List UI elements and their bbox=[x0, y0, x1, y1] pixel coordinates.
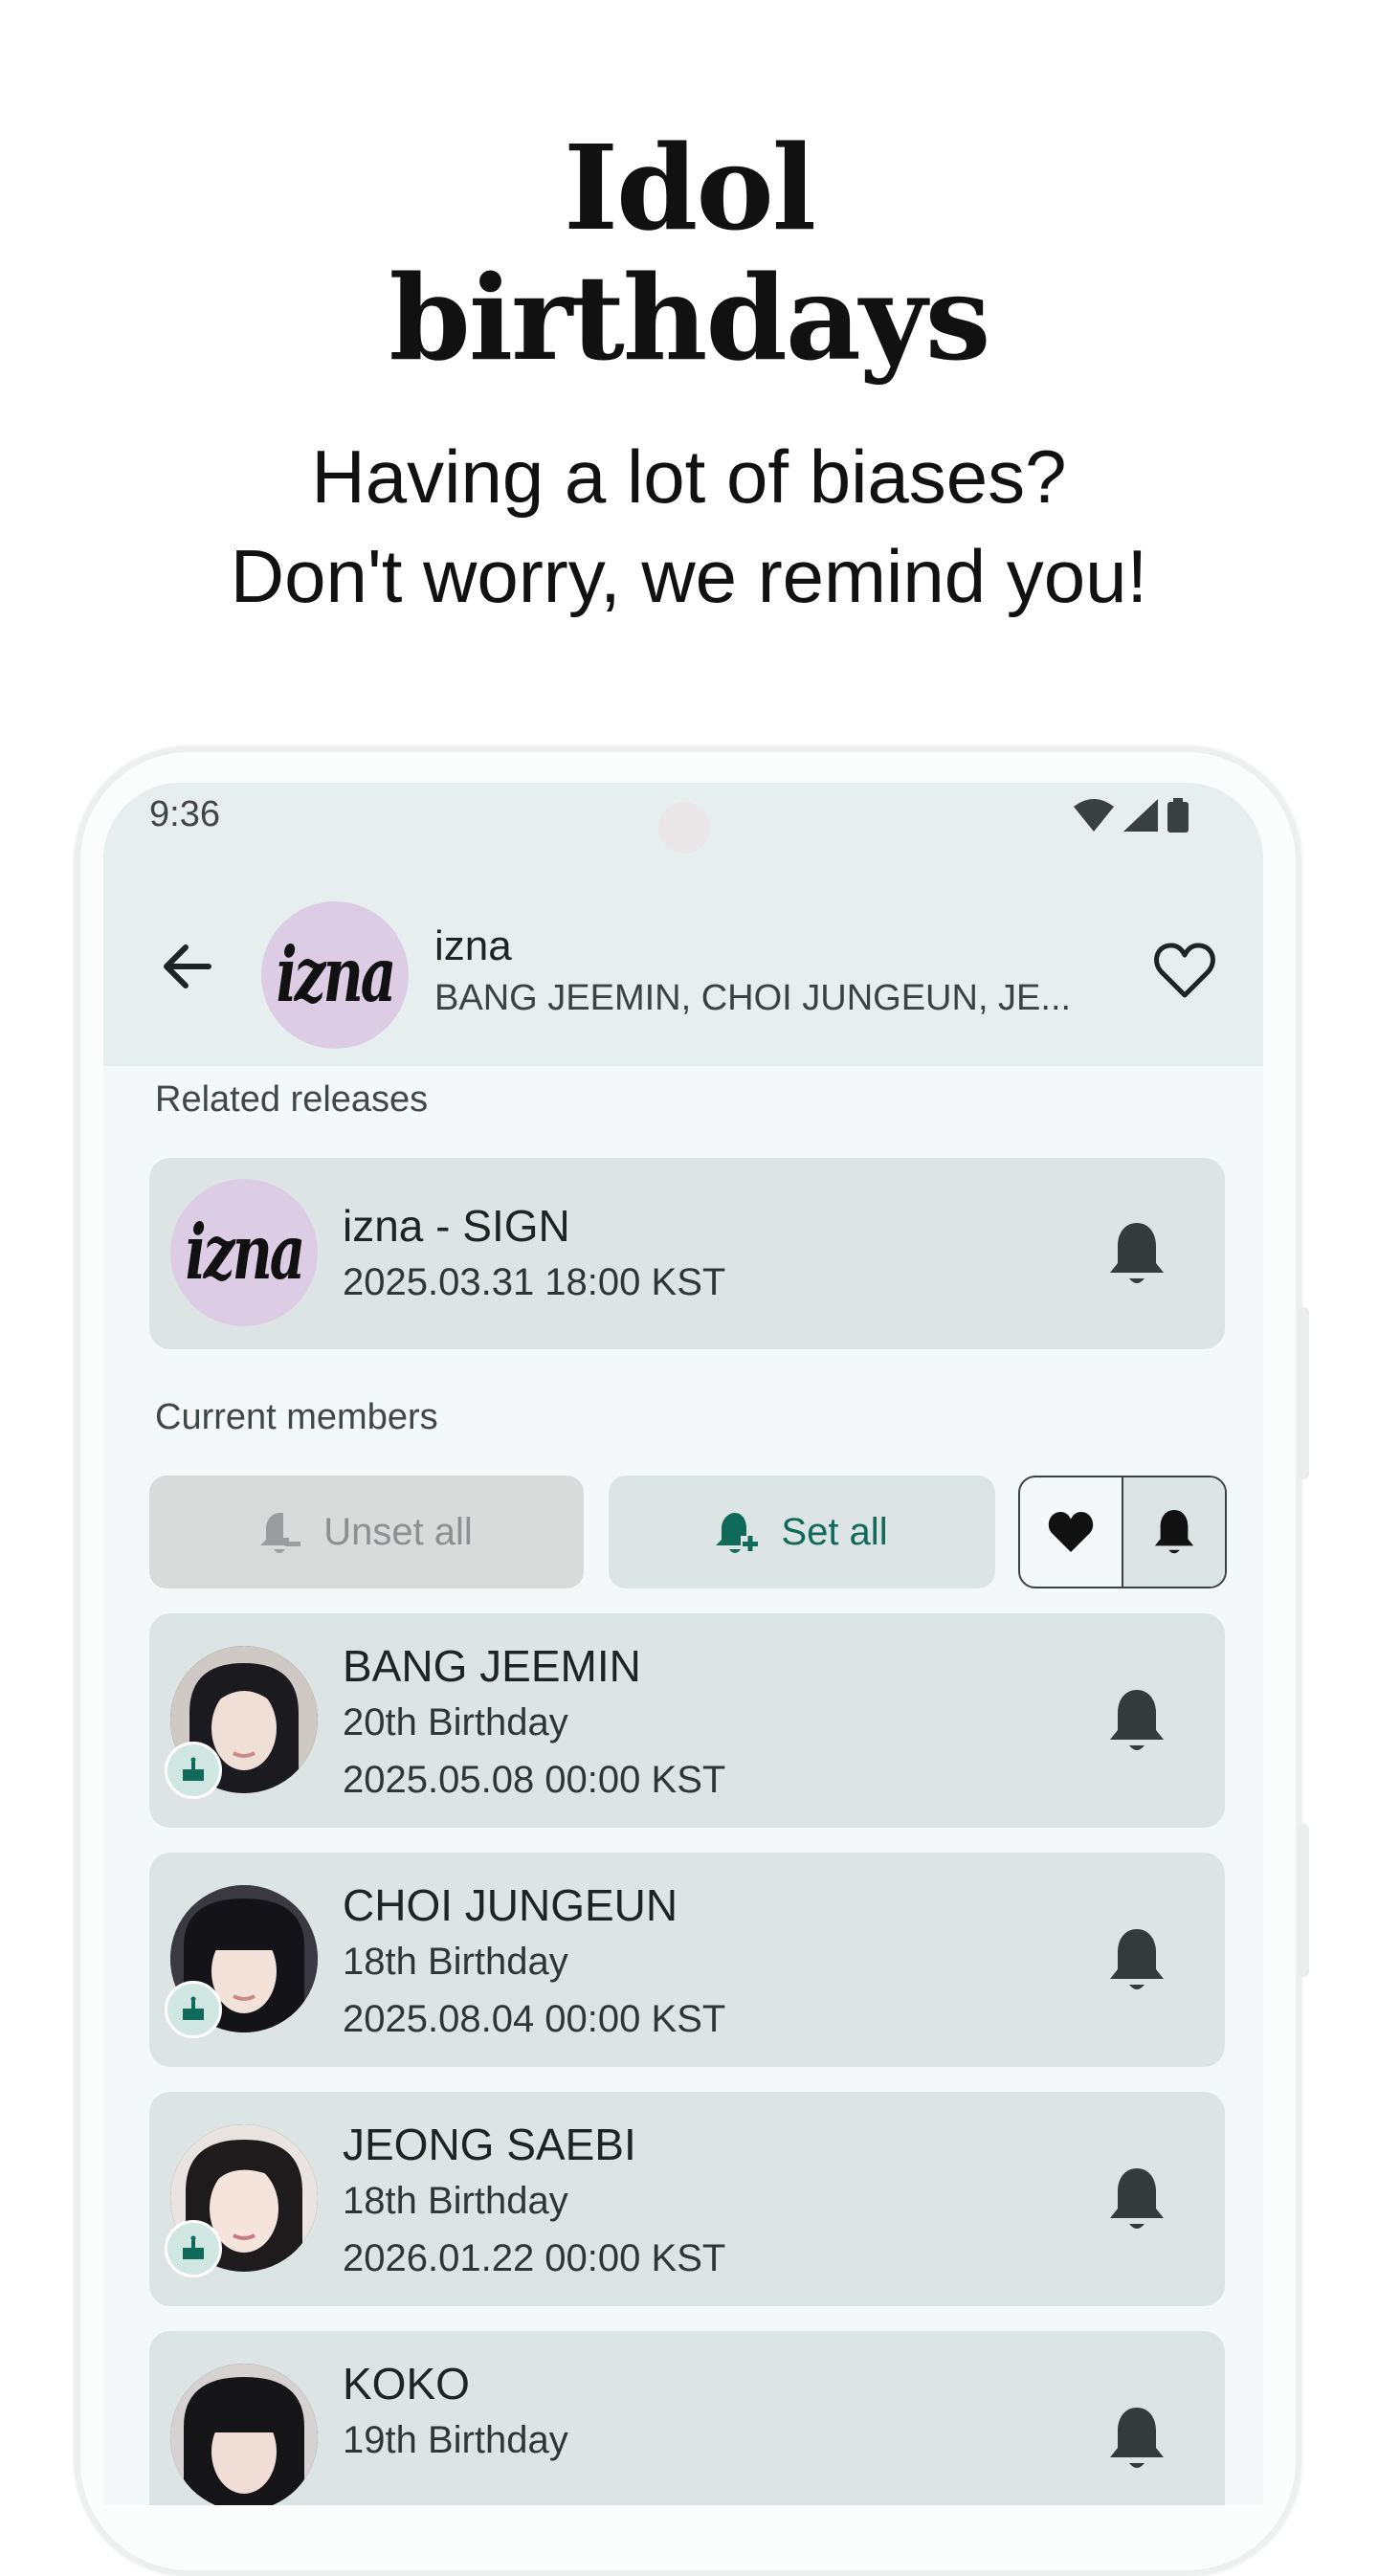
member-card[interactable]: CHOI JUNGEUN 18th Birthday 2025.08.04 00… bbox=[149, 1853, 1225, 2067]
member-photo bbox=[170, 2364, 318, 2505]
related-releases-label: Related releases bbox=[155, 1079, 429, 1120]
group-logo: izna bbox=[261, 901, 409, 1049]
member-card[interactable]: JEONG SAEBI 18th Birthday 2026.01.22 00:… bbox=[149, 2092, 1225, 2306]
promo-title: Idol birthdays bbox=[0, 122, 1378, 383]
member-name: BANG JEEMIN bbox=[343, 1641, 641, 1691]
battery-icon bbox=[1167, 798, 1189, 833]
group-header: izna izna BANG JEEMIN, CHOI JUNGEUN, JE.… bbox=[103, 888, 1263, 1049]
promo-subtitle-line2: Don't worry, we remind you! bbox=[230, 534, 1148, 618]
cake-icon bbox=[165, 2220, 222, 2277]
unset-all-label: Unset all bbox=[323, 1510, 473, 1553]
heart-outline-icon[interactable] bbox=[1152, 938, 1217, 1003]
release-logo-text: izna bbox=[185, 1209, 306, 1297]
promo-title-line2: birthdays bbox=[389, 249, 991, 387]
filter-notifications[interactable] bbox=[1122, 1477, 1225, 1587]
filter-toggle bbox=[1018, 1476, 1227, 1588]
cake-icon bbox=[165, 1981, 222, 2038]
member-birthday: 18th Birthday bbox=[343, 2180, 568, 2222]
bell-minus-icon bbox=[260, 1513, 301, 1553]
camera-cutout bbox=[658, 802, 710, 854]
member-birthday: 19th Birthday bbox=[343, 2419, 568, 2461]
promo-subtitle-line1: Having a lot of biases? bbox=[311, 434, 1067, 519]
group-logo-text: izna bbox=[276, 931, 397, 1019]
status-icons bbox=[1074, 798, 1189, 833]
bell-icon[interactable] bbox=[1106, 1686, 1167, 1755]
member-birthday: 18th Birthday bbox=[343, 1941, 568, 1983]
cake-icon bbox=[165, 1742, 222, 1799]
set-all-button[interactable]: Set all bbox=[609, 1476, 995, 1588]
group-members-summary: BANG JEEMIN, CHOI JUNGEUN, JE... bbox=[434, 978, 1072, 1018]
bell-icon[interactable] bbox=[1106, 1925, 1167, 1994]
member-name: JEONG SAEBI bbox=[343, 2120, 636, 2169]
member-card[interactable]: KOKO 19th Birthday bbox=[149, 2331, 1225, 2505]
bell-icon[interactable] bbox=[1106, 2165, 1167, 2233]
member-datetime: 2025.05.08 00:00 KST bbox=[343, 1759, 726, 1801]
group-name: izna bbox=[434, 922, 512, 969]
member-name: KOKO bbox=[343, 2359, 470, 2409]
current-members-label: Current members bbox=[155, 1397, 438, 1437]
release-logo: izna bbox=[170, 1179, 318, 1326]
volume-button bbox=[1298, 1307, 1309, 1479]
promo-subtitle: Having a lot of biases? Don't worry, we … bbox=[0, 427, 1378, 626]
top-app-bar: 9:36 izna izna BANG JEEMIN, CHOI JUNGEUN… bbox=[103, 783, 1263, 1066]
set-all-label: Set all bbox=[781, 1510, 888, 1553]
member-datetime: 2025.08.04 00:00 KST bbox=[343, 1998, 726, 2040]
phone-screen: 9:36 izna izna BANG JEEMIN, CHOI JUNGEUN… bbox=[103, 783, 1263, 2505]
wifi-icon bbox=[1074, 799, 1114, 832]
member-card[interactable]: BANG JEEMIN 20th Birthday 2025.05.08 00:… bbox=[149, 1613, 1225, 1828]
release-card[interactable]: izna izna - SIGN 2025.03.31 18:00 KST bbox=[149, 1158, 1225, 1349]
unset-all-button[interactable]: Unset all bbox=[149, 1476, 584, 1588]
filter-favorites[interactable] bbox=[1020, 1477, 1122, 1587]
arrow-left-icon[interactable] bbox=[153, 932, 222, 1001]
release-datetime: 2025.03.31 18:00 KST bbox=[343, 1261, 726, 1303]
bell-icon[interactable] bbox=[1106, 1219, 1167, 1288]
promo-title-line1: Idol bbox=[563, 119, 816, 256]
member-datetime: 2026.01.22 00:00 KST bbox=[343, 2237, 726, 2279]
heart-filled-icon bbox=[1048, 1512, 1094, 1552]
status-time: 9:36 bbox=[149, 794, 220, 834]
bell-plus-icon bbox=[716, 1513, 759, 1553]
member-birthday: 20th Birthday bbox=[343, 1701, 568, 1743]
member-name: CHOI JUNGEUN bbox=[343, 1880, 678, 1930]
bell-icon[interactable] bbox=[1106, 2404, 1167, 2473]
bell-icon bbox=[1154, 1510, 1194, 1554]
signal-icon bbox=[1123, 799, 1158, 832]
power-button bbox=[1298, 1824, 1309, 1977]
release-title: izna - SIGN bbox=[343, 1201, 570, 1251]
